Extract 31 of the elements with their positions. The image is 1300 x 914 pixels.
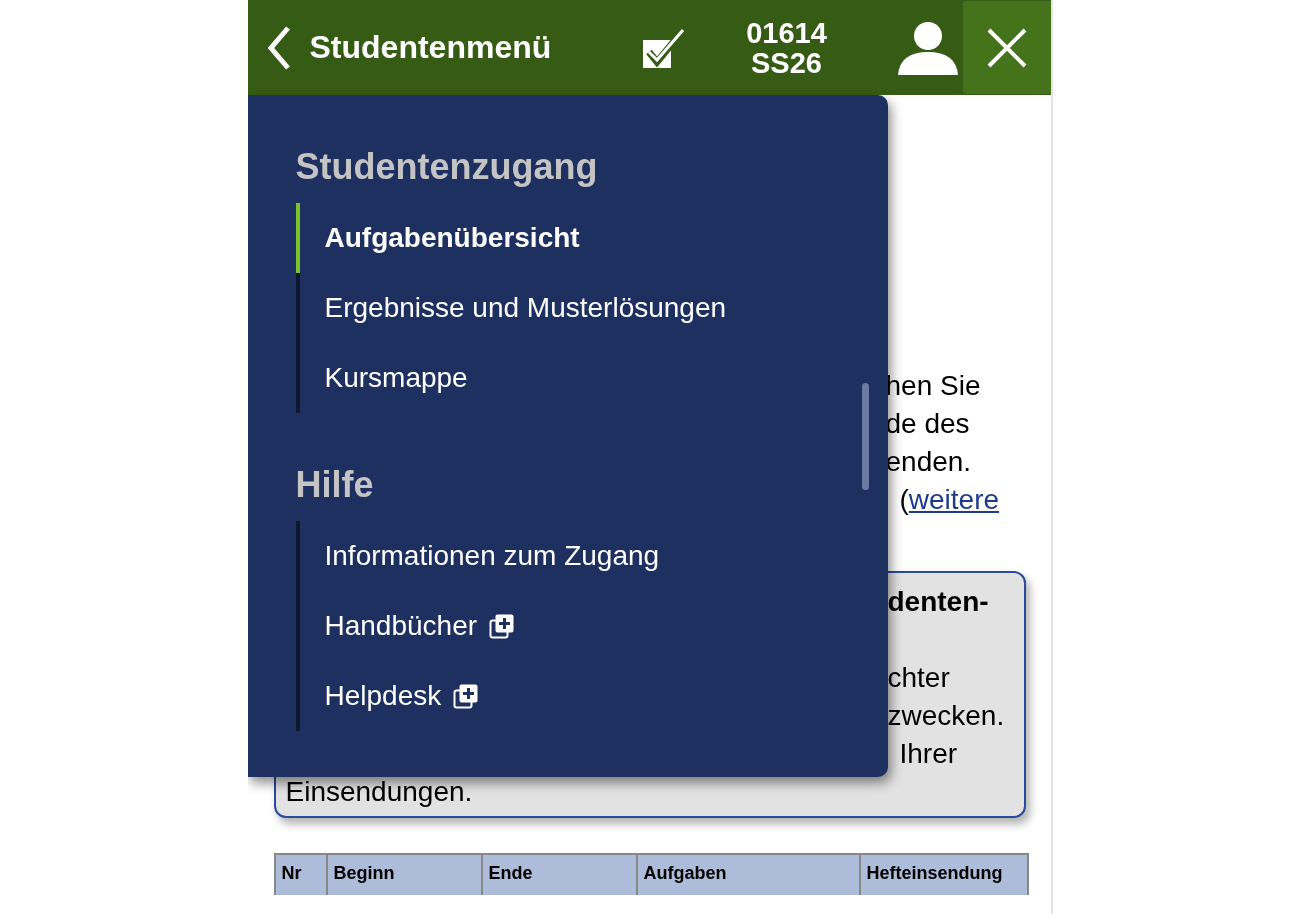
user-icon[interactable] bbox=[896, 20, 959, 75]
back-button[interactable]: Studentenmenü bbox=[247, 24, 638, 71]
column-header: Nr bbox=[275, 855, 326, 895]
menu-item[interactable]: Kursmappe bbox=[295, 343, 888, 413]
paragraph-fragment: enden. bbox=[885, 445, 973, 479]
course-number: 01614 bbox=[746, 17, 827, 48]
semester-label: SS26 bbox=[751, 47, 822, 78]
menu-item[interactable]: Helpdesk bbox=[295, 661, 888, 731]
new-window-icon bbox=[453, 683, 480, 709]
notice-text: zwecken. bbox=[887, 700, 1005, 731]
paragraph-fragment: de des bbox=[885, 407, 971, 441]
column-header: Beginn bbox=[325, 855, 481, 895]
menu-item[interactable]: Handbücher bbox=[295, 591, 888, 661]
close-button[interactable] bbox=[962, 1, 1051, 94]
section-heading: Studentenzugang bbox=[295, 145, 599, 189]
scrollbar-thumb[interactable] bbox=[861, 383, 869, 490]
column-header: Aufgaben bbox=[635, 855, 859, 895]
notice-text: Ihrer bbox=[899, 738, 958, 769]
column-header: Ende bbox=[480, 855, 636, 895]
close-icon bbox=[986, 27, 1027, 68]
new-window-icon bbox=[489, 613, 516, 639]
paragraph-fragment: (weitere bbox=[898, 483, 1001, 517]
menu-item[interactable]: Informationen zum Zugang bbox=[295, 521, 888, 591]
notice-text: chter bbox=[887, 662, 950, 693]
notice-text: Einsendungen. bbox=[285, 776, 473, 807]
section-heading: Hilfe bbox=[295, 463, 375, 507]
menu-item[interactable]: Aufgabenübersicht bbox=[295, 203, 888, 273]
back-chevron-icon bbox=[265, 24, 292, 71]
notice-text: denten- bbox=[887, 586, 989, 617]
menu-item[interactable]: Ergebnisse und Musterlösungen bbox=[295, 273, 888, 343]
column-header: Hefteinsendung bbox=[858, 855, 1027, 895]
